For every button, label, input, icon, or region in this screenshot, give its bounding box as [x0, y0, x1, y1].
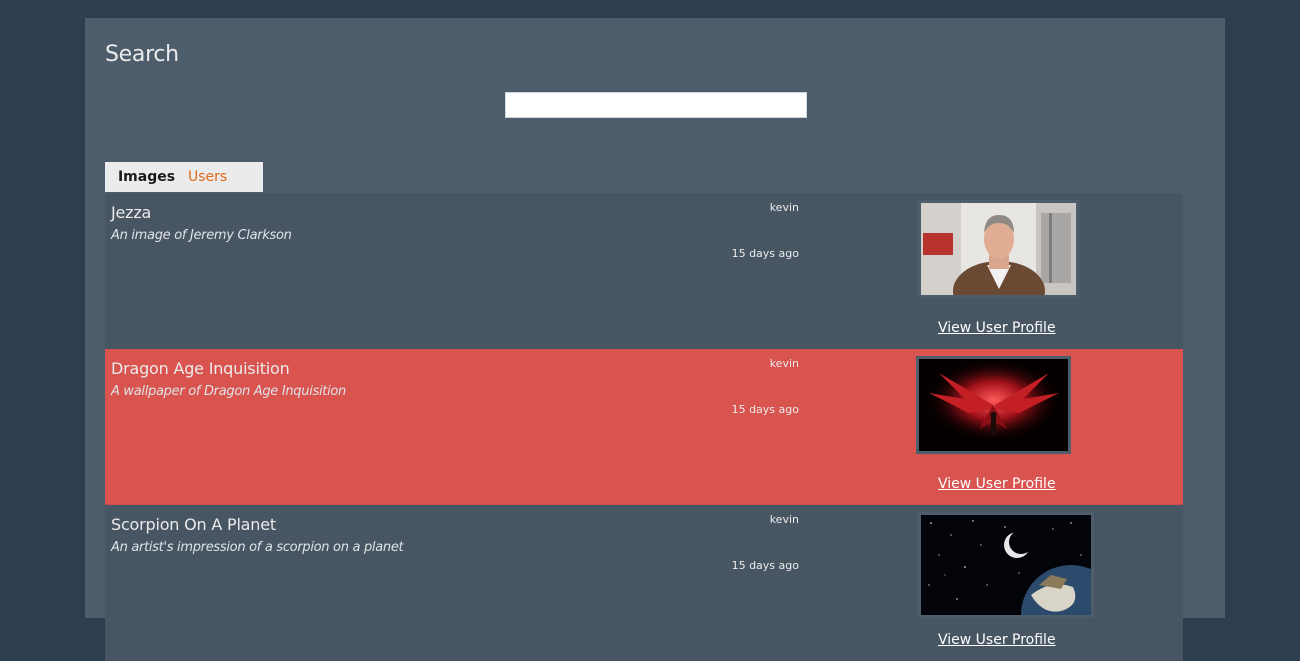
search-panel: Search Images Users Jezza An image of Je…	[85, 18, 1225, 661]
result-thumbnail[interactable]	[918, 512, 1094, 618]
result-title[interactable]: Dragon Age Inquisition	[111, 359, 290, 378]
result-description: An artist's impression of a scorpion on …	[111, 540, 404, 555]
result-username: kevin	[769, 201, 799, 214]
result-title[interactable]: Scorpion On A Planet	[111, 515, 276, 534]
result-timestamp: 15 days ago	[731, 559, 799, 572]
result-username: kevin	[769, 513, 799, 526]
portrait-photo-image	[921, 203, 1076, 295]
result-row[interactable]: Jezza An image of Jeremy Clarkson kevin …	[105, 193, 1183, 349]
view-user-profile-link[interactable]: View User Profile	[938, 320, 1056, 336]
result-thumbnail[interactable]	[916, 356, 1071, 454]
dragon-wallpaper-image	[919, 359, 1068, 451]
result-title[interactable]: Jezza	[111, 203, 151, 222]
tab-images[interactable]: Images	[105, 162, 188, 192]
result-row[interactable]: Dragon Age Inquisition A wallpaper of Dr…	[105, 349, 1183, 505]
result-row[interactable]: Scorpion On A Planet An artist's impress…	[105, 505, 1183, 661]
view-user-profile-link[interactable]: View User Profile	[938, 632, 1056, 648]
tab-users[interactable]: Users	[188, 162, 263, 192]
result-timestamp: 15 days ago	[731, 247, 799, 260]
page-title: Search	[105, 42, 179, 67]
result-tabs: Images Users	[105, 162, 263, 192]
result-thumbnail[interactable]	[918, 200, 1079, 298]
space-planet-image	[921, 515, 1091, 615]
result-description: An image of Jeremy Clarkson	[111, 228, 292, 243]
result-description: A wallpaper of Dragon Age Inquisition	[111, 384, 346, 399]
search-input[interactable]	[505, 92, 807, 118]
result-timestamp: 15 days ago	[731, 403, 799, 416]
results-list: Jezza An image of Jeremy Clarkson kevin …	[105, 193, 1183, 661]
view-user-profile-link[interactable]: View User Profile	[938, 476, 1056, 492]
result-username: kevin	[769, 357, 799, 370]
